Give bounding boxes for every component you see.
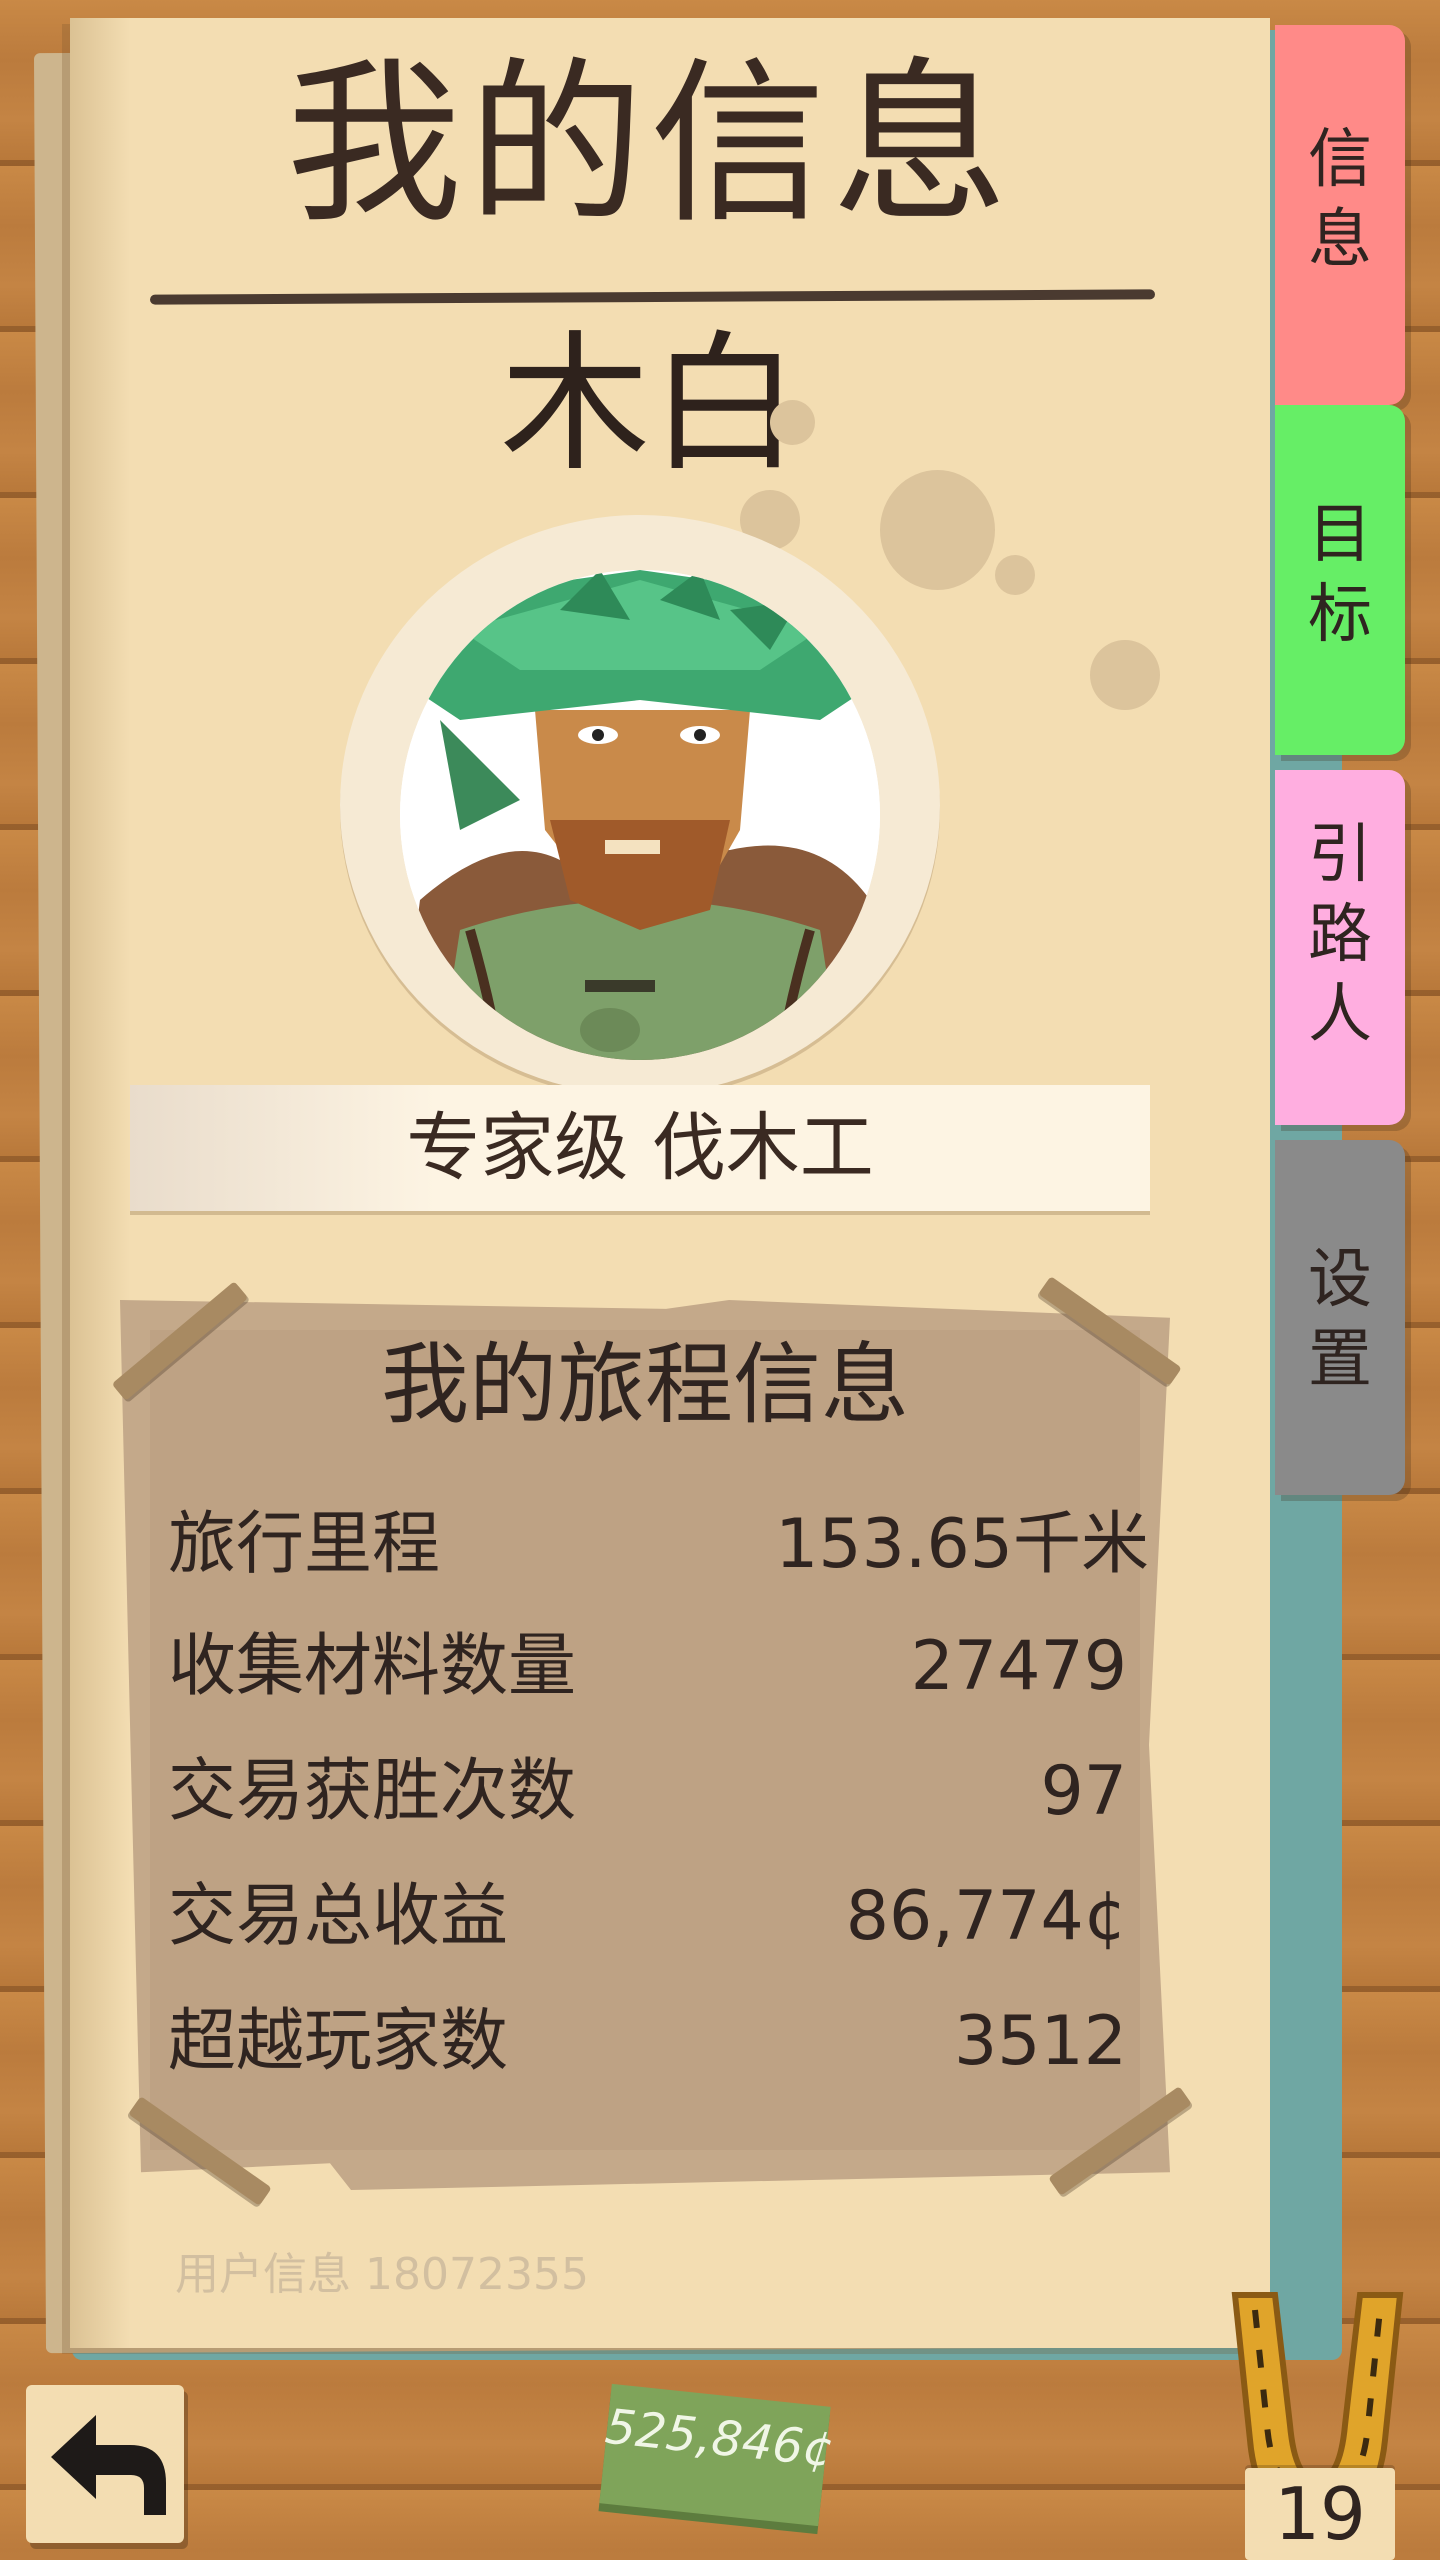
user-id: 用户信息 18072355	[175, 2249, 589, 2300]
stat-label: 收集材料数量	[168, 1627, 577, 1706]
paper-stain	[1090, 640, 1160, 710]
page-fold-shade	[70, 18, 130, 2348]
stat-row-trade-wins: 交易获胜次数 97	[168, 1737, 1143, 1847]
level-number: 19	[1274, 2472, 1366, 2556]
tab-settings-char-2: 置	[1308, 1323, 1372, 1397]
player-name: 木白	[499, 318, 800, 492]
tab-info-char-1: 信	[1308, 123, 1372, 197]
tab-goals[interactable]: 目 标	[1275, 405, 1405, 755]
tab-info-char-2: 息	[1308, 203, 1372, 277]
stat-value: 3512	[953, 2002, 1127, 2081]
stat-row-materials: 收集材料数量 27479	[168, 1612, 1143, 1722]
stat-label: 超越玩家数	[168, 2002, 509, 2081]
back-arrow-icon	[51, 2415, 166, 2515]
tab-goals-char-2: 标	[1308, 578, 1372, 652]
tab-settings[interactable]: 设 置	[1275, 1140, 1405, 1495]
stat-row-trade-earnings: 交易总收益 86,774¢	[168, 1862, 1143, 1972]
tab-guide-char-3: 人	[1308, 978, 1372, 1052]
stat-label: 旅行里程	[168, 1505, 441, 1584]
stat-value: 86,774¢	[845, 1877, 1127, 1956]
journey-title: 我的旅程信息	[380, 1333, 909, 1436]
stat-row-distance: 旅行里程 153.65千米	[168, 1490, 1149, 1600]
stat-label: 交易获胜次数	[168, 1752, 577, 1831]
rank-title: 专家级 伐木工	[406, 1105, 874, 1191]
page-title: 我的信息	[285, 42, 1014, 247]
tab-goals-char-1: 目	[1308, 498, 1372, 572]
tab-info[interactable]: 信 息	[1275, 25, 1405, 405]
stat-label: 交易总收益	[168, 1877, 509, 1956]
avatar[interactable]	[400, 570, 880, 1060]
stat-value: 27479	[910, 1627, 1127, 1706]
paper-stain	[995, 555, 1035, 595]
paper-stain	[770, 400, 815, 445]
tab-guide[interactable]: 引 路 人	[1275, 770, 1405, 1125]
tab-guide-char-1: 引	[1308, 818, 1372, 892]
stat-value: 153.65千米	[775, 1505, 1149, 1584]
back-button[interactable]	[26, 2385, 184, 2543]
tab-guide-char-2: 路	[1308, 898, 1372, 972]
lumberjack-portrait-icon	[400, 570, 880, 1060]
tab-settings-char-1: 设	[1308, 1243, 1372, 1317]
stat-value: 97	[1040, 1752, 1127, 1831]
paper-stain	[880, 470, 995, 590]
stat-row-players-passed: 超越玩家数 3512	[168, 1987, 1143, 2097]
